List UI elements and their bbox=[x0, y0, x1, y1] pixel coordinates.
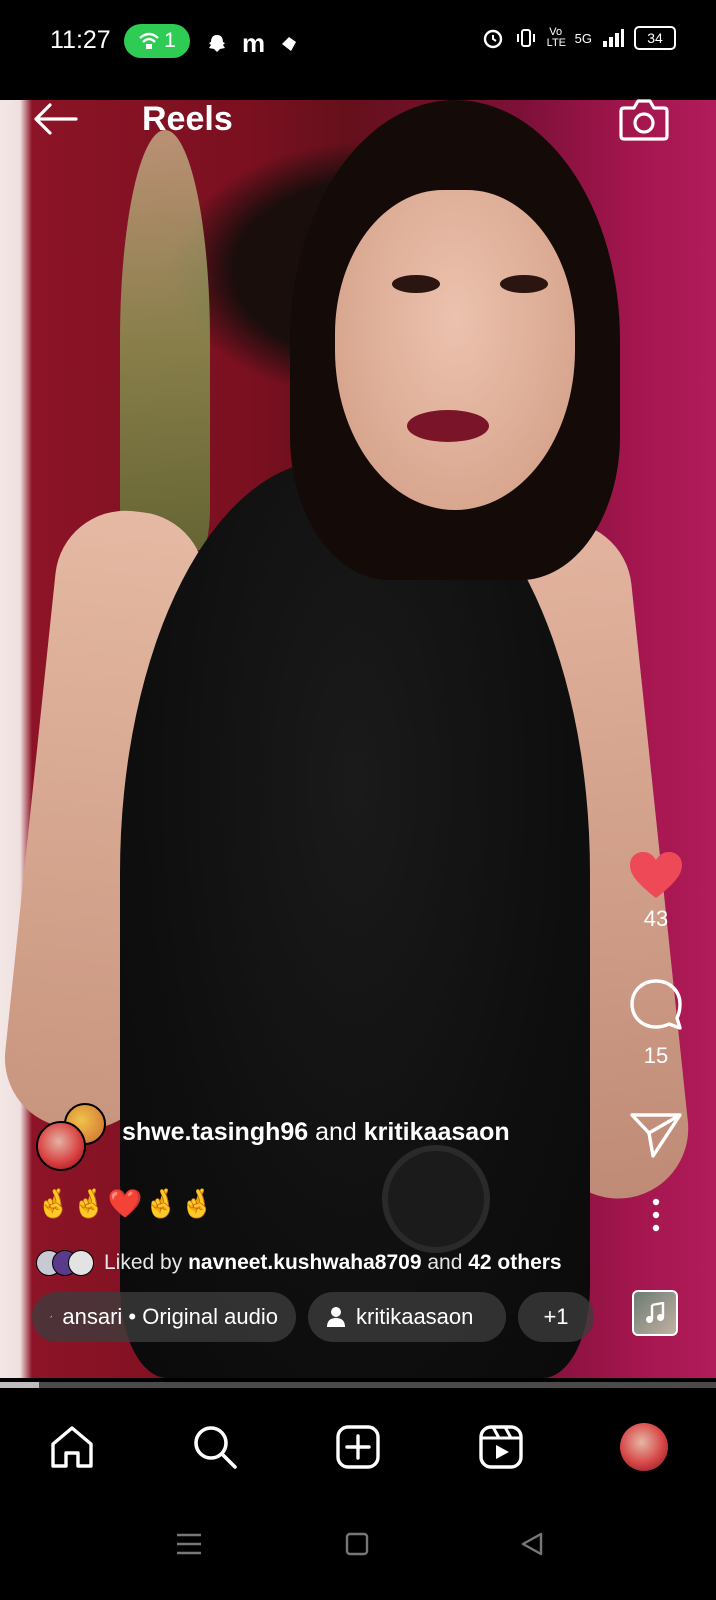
collab-avatars[interactable] bbox=[36, 1103, 108, 1171]
avatar bbox=[620, 1423, 669, 1471]
collab-authors[interactable]: shwe.tasingh96 and kritikaasaon bbox=[36, 1103, 510, 1171]
wifi-icon bbox=[139, 32, 159, 49]
recent-apps-button[interactable] bbox=[176, 1532, 202, 1561]
photo-watch bbox=[382, 1145, 490, 1253]
snapchat-icon bbox=[209, 34, 225, 52]
comment-icon bbox=[630, 979, 682, 1030]
bottom-navigation bbox=[0, 1392, 716, 1502]
home-icon bbox=[50, 1426, 93, 1468]
system-navigation bbox=[0, 1502, 716, 1600]
alarm-icon bbox=[483, 29, 502, 49]
photo-eye-left bbox=[392, 275, 440, 293]
battery-icon: 34 bbox=[634, 26, 676, 50]
reel-chips: ansari • Original audio kritikaasaon +1 bbox=[32, 1292, 594, 1342]
system-icons: Vo LTE 5G 34 bbox=[481, 26, 676, 50]
nav-create[interactable] bbox=[328, 1417, 388, 1477]
heart-icon bbox=[630, 852, 682, 898]
comment-button[interactable] bbox=[614, 978, 698, 1037]
photo-dress bbox=[120, 460, 590, 1378]
network-5g: 5G bbox=[574, 30, 592, 46]
avatar bbox=[68, 1250, 94, 1276]
video-progress-bar[interactable] bbox=[0, 1382, 716, 1388]
share-button[interactable] bbox=[614, 1111, 698, 1164]
more-tags-chip[interactable]: +1 bbox=[518, 1292, 594, 1342]
liked-connector: and bbox=[421, 1251, 469, 1274]
like-button[interactable] bbox=[614, 850, 698, 900]
camera-icon bbox=[619, 99, 669, 141]
triangle-back-icon bbox=[521, 1532, 543, 1556]
tagged-user-chip[interactable]: kritikaasaon bbox=[308, 1292, 506, 1342]
liked-by-text[interactable]: Liked by navneet.kushwaha8709 and 42 oth… bbox=[104, 1251, 562, 1275]
more-vertical-icon bbox=[652, 1198, 660, 1232]
person-icon bbox=[327, 1307, 345, 1327]
more-tags-label: +1 bbox=[543, 1304, 569, 1329]
video-progress-fill bbox=[0, 1382, 40, 1388]
camera-button[interactable] bbox=[618, 96, 670, 142]
comment-count[interactable]: 15 bbox=[614, 1043, 698, 1069]
back-system-button[interactable] bbox=[520, 1532, 544, 1561]
audio-thumbnail-button[interactable] bbox=[632, 1290, 678, 1336]
arrow-left-icon bbox=[34, 103, 78, 135]
app-notification-icon bbox=[282, 36, 297, 51]
reel-actions: 43 15 bbox=[614, 850, 698, 1237]
photo-lips bbox=[407, 410, 489, 442]
back-button[interactable] bbox=[32, 100, 82, 140]
username-link[interactable]: shwe.tasingh96 bbox=[122, 1118, 308, 1146]
status-time: 11:27 bbox=[50, 26, 111, 54]
vibrate-icon bbox=[516, 29, 535, 47]
username-link[interactable]: kritikaasaon bbox=[364, 1118, 510, 1146]
page-title: Reels bbox=[142, 100, 233, 138]
square-icon bbox=[345, 1532, 369, 1556]
liked-others[interactable]: 42 others bbox=[468, 1251, 561, 1274]
tagged-user-label: kritikaasaon bbox=[356, 1304, 474, 1329]
avatar[interactable] bbox=[36, 1121, 86, 1171]
nav-search[interactable] bbox=[185, 1417, 245, 1477]
reels-header: Reels bbox=[0, 99, 716, 170]
reels-icon bbox=[479, 1425, 523, 1469]
collab-connector: and bbox=[308, 1117, 364, 1146]
photo-eye-right bbox=[500, 275, 548, 293]
liked-avatars bbox=[36, 1250, 94, 1276]
audio-chip-label: ansari • Original audio bbox=[62, 1304, 278, 1329]
liked-by[interactable]: Liked by navneet.kushwaha8709 and 42 oth… bbox=[36, 1250, 562, 1276]
home-system-button[interactable] bbox=[345, 1532, 369, 1561]
send-icon bbox=[630, 1113, 682, 1158]
collab-usernames[interactable]: shwe.tasingh96 and kritikaasaon bbox=[122, 1118, 510, 1147]
caption[interactable]: 🤞🤞❤️🤞🤞 bbox=[36, 1187, 215, 1220]
audio-chip[interactable]: ansari • Original audio bbox=[32, 1292, 296, 1342]
battery-level: 34 bbox=[647, 30, 663, 46]
music-note-icon bbox=[646, 1302, 665, 1323]
volte-indicator: Vo LTE bbox=[546, 26, 567, 49]
m-app-icon: m bbox=[242, 28, 266, 58]
hotspot-pill[interactable]: 1 bbox=[124, 24, 190, 58]
search-icon bbox=[193, 1426, 237, 1469]
nav-profile[interactable] bbox=[614, 1417, 674, 1477]
signal-icon bbox=[603, 29, 624, 47]
nav-home[interactable] bbox=[42, 1417, 102, 1477]
menu-icon bbox=[177, 1533, 201, 1555]
liked-prefix: Liked by bbox=[104, 1251, 189, 1274]
notification-icons: m bbox=[206, 28, 299, 59]
photo-face bbox=[335, 190, 575, 510]
status-bar: 11:27 1 m Vo LTE 5G 34 bbox=[0, 0, 716, 100]
like-count[interactable]: 43 bbox=[614, 906, 698, 932]
more-options-button[interactable] bbox=[614, 1198, 698, 1237]
nav-reels[interactable] bbox=[471, 1417, 531, 1477]
background-plant bbox=[120, 130, 210, 550]
add-post-icon bbox=[336, 1425, 380, 1469]
hotspot-count: 1 bbox=[164, 29, 176, 52]
arrow-up-right-icon bbox=[50, 1315, 53, 1319]
liked-username[interactable]: navneet.kushwaha8709 bbox=[188, 1251, 421, 1274]
